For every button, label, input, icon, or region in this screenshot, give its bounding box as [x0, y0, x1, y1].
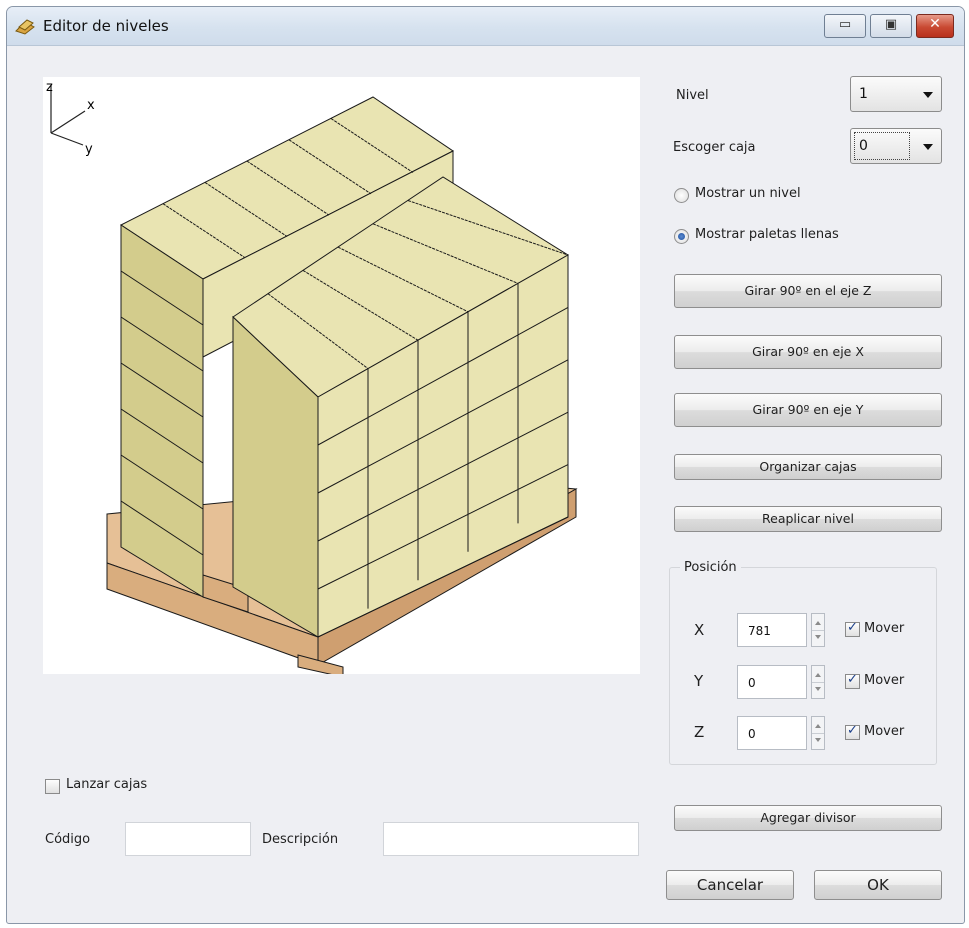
escoger-caja-value: 0 — [859, 138, 868, 154]
minimize-icon: ▭ — [838, 17, 852, 32]
organizar-cajas-button[interactable]: Organizar cajas — [674, 454, 942, 480]
chevron-down-icon — [923, 92, 933, 98]
position-y-label: Y — [694, 672, 704, 690]
position-x-spinner[interactable] — [811, 613, 825, 647]
nivel-select[interactable]: 1 — [850, 76, 942, 112]
posicion-group-title: Posición — [680, 560, 741, 575]
check-icon: ✓ — [847, 723, 858, 738]
position-y-mover-checkbox[interactable]: ✓ — [845, 672, 860, 689]
spin-down-icon — [815, 635, 821, 639]
position-z-spinner[interactable] — [811, 716, 825, 750]
lanzar-cajas-checkbox[interactable] — [45, 779, 60, 794]
descripcion-input[interactable] — [383, 822, 639, 856]
spin-up-icon — [815, 673, 821, 677]
reaplicar-nivel-button[interactable]: Reaplicar nivel — [674, 506, 942, 532]
position-z-input[interactable]: 0 — [737, 716, 807, 750]
close-icon: ✕ — [929, 16, 941, 32]
girar-x-button[interactable]: Girar 90º en eje X — [674, 335, 942, 369]
position-z-mover-checkbox[interactable]: ✓ — [845, 723, 860, 740]
window-title: Editor de niveles — [43, 17, 169, 35]
spin-up-icon — [815, 621, 821, 625]
position-x-mover-label[interactable]: Mover — [864, 621, 904, 636]
box-face-left — [120, 224, 204, 598]
close-button[interactable]: ✕ — [916, 14, 954, 38]
girar-y-button[interactable]: Girar 90º en eje Y — [674, 393, 942, 427]
pallet-3d-viewport[interactable]: z x y — [43, 77, 640, 674]
escoger-caja-select[interactable]: 0 — [850, 128, 942, 164]
descripcion-label: Descripción — [262, 832, 339, 847]
spin-down-icon — [815, 738, 821, 742]
pallet-drawing: z x y — [46, 80, 578, 674]
position-x-input[interactable]: 781 — [737, 613, 807, 647]
lanzar-cajas-label[interactable]: Lanzar cajas — [66, 777, 147, 792]
radio-mostrar-paletas-llenas[interactable] — [674, 229, 689, 244]
cancelar-button[interactable]: Cancelar — [666, 870, 794, 900]
app-icon — [15, 19, 35, 35]
title-bar: Editor de niveles ▭ ▣ ✕ — [7, 7, 964, 46]
codigo-label: Código — [45, 832, 91, 847]
chevron-down-icon — [923, 144, 933, 150]
radio-mostrar-un-nivel-label[interactable]: Mostrar un nivel — [695, 186, 801, 201]
check-icon: ✓ — [847, 620, 858, 635]
axis-z-label: z — [46, 80, 53, 95]
position-y-input[interactable]: 0 — [737, 665, 807, 699]
position-x-mover-checkbox[interactable]: ✓ — [845, 620, 860, 637]
maximize-icon: ▣ — [884, 17, 898, 32]
position-z-label: Z — [694, 723, 705, 741]
codigo-input[interactable] — [125, 822, 251, 856]
position-x-label: X — [694, 621, 705, 639]
nivel-label: Nivel — [676, 88, 709, 103]
axis-x-label: x — [87, 98, 95, 113]
radio-mostrar-paletas-llenas-label[interactable]: Mostrar paletas llenas — [695, 227, 839, 242]
position-y-mover-label[interactable]: Mover — [864, 673, 904, 688]
spin-up-icon — [815, 724, 821, 728]
minimize-button[interactable]: ▭ — [824, 14, 866, 38]
position-y-spinner[interactable] — [811, 665, 825, 699]
maximize-button[interactable]: ▣ — [870, 14, 912, 38]
nivel-value: 1 — [859, 86, 868, 102]
escoger-caja-label: Escoger caja — [673, 140, 756, 155]
spin-down-icon — [815, 687, 821, 691]
axis-y-label: y — [85, 142, 93, 157]
girar-z-button[interactable]: Girar 90º en el eje Z — [674, 274, 942, 308]
agregar-divisor-button[interactable]: Agregar divisor — [674, 805, 942, 831]
position-z-mover-label[interactable]: Mover — [864, 724, 904, 739]
radio-mostrar-un-nivel[interactable] — [674, 188, 689, 203]
ok-button[interactable]: OK — [814, 870, 942, 900]
axis-gizmo — [50, 85, 86, 146]
check-icon: ✓ — [847, 672, 858, 687]
